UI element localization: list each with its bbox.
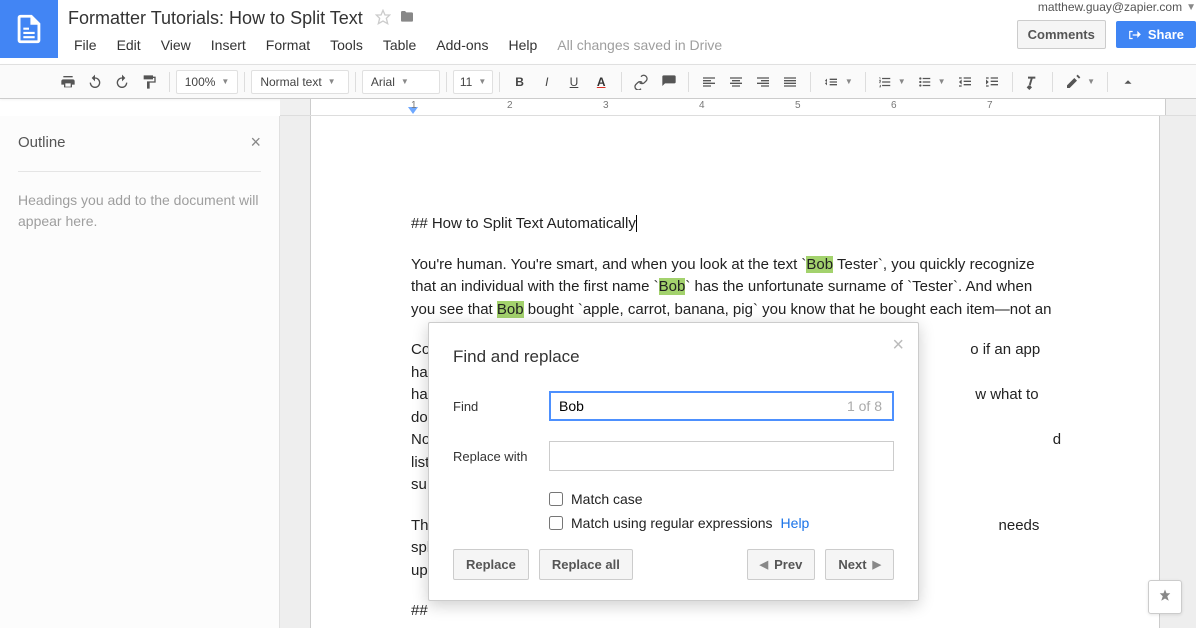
menu-help[interactable]: Help xyxy=(498,33,547,57)
editing-mode-icon[interactable]: ▼ xyxy=(1059,69,1101,95)
star-icon[interactable] xyxy=(375,9,391,28)
line-spacing-icon[interactable]: ▼ xyxy=(817,69,859,95)
menu-file[interactable]: File xyxy=(64,33,107,57)
menu-format[interactable]: Format xyxy=(256,33,320,57)
paragraph: ## xyxy=(411,600,1059,623)
next-button[interactable]: Next▶ xyxy=(825,549,894,580)
link-icon[interactable] xyxy=(628,69,655,95)
paint-format-icon[interactable] xyxy=(136,69,163,95)
match-case-label: Match case xyxy=(571,491,643,507)
replace-all-button[interactable]: Replace all xyxy=(539,549,633,580)
menu-tools[interactable]: Tools xyxy=(320,33,373,57)
replace-button[interactable]: Replace xyxy=(453,549,529,580)
user-email[interactable]: matthew.guay@zapier.com xyxy=(1038,0,1182,14)
outline-panel: Outline × Headings you add to the docume… xyxy=(0,116,280,628)
save-status: All changes saved in Drive xyxy=(557,37,722,53)
collapse-toolbar-icon[interactable] xyxy=(1114,69,1142,95)
text-color-icon[interactable]: A xyxy=(588,69,615,95)
find-label: Find xyxy=(453,399,549,414)
menu-table[interactable]: Table xyxy=(373,33,426,57)
paragraph: You're human. You're smart, and when you… xyxy=(411,254,1059,322)
numbered-list-icon[interactable]: ▼ xyxy=(872,69,912,95)
align-center-icon[interactable] xyxy=(722,69,749,95)
match-count: 1 of 8 xyxy=(847,398,882,414)
find-replace-dialog: × Find and replace Find 1 of 8 Replace w… xyxy=(428,322,919,601)
menu-edit[interactable]: Edit xyxy=(107,33,151,57)
toolbar: 100%▼ Normal text▼ Arial▼ 11▼ B I U A ▼ … xyxy=(0,64,1196,99)
share-button[interactable]: Share xyxy=(1116,21,1196,48)
underline-icon[interactable]: U xyxy=(560,69,587,95)
replace-input[interactable] xyxy=(549,441,894,471)
doc-heading: ## How to Split Text Automatically xyxy=(411,215,636,232)
outline-title: Outline xyxy=(18,134,66,151)
align-left-icon[interactable] xyxy=(695,69,722,95)
outline-placeholder: Headings you add to the document will ap… xyxy=(18,190,261,232)
help-link[interactable]: Help xyxy=(781,515,810,531)
highlighted-match: Bob xyxy=(659,278,686,295)
increase-indent-icon[interactable] xyxy=(979,69,1006,95)
match-regex-checkbox[interactable] xyxy=(549,516,563,530)
comments-button[interactable]: Comments xyxy=(1017,20,1106,49)
find-input[interactable]: 1 of 8 xyxy=(549,391,894,421)
zoom-dropdown[interactable]: 100%▼ xyxy=(176,70,239,94)
prev-button[interactable]: ◀Prev xyxy=(747,549,816,580)
decrease-indent-icon[interactable] xyxy=(952,69,979,95)
folder-icon[interactable] xyxy=(399,9,415,28)
share-label: Share xyxy=(1148,27,1184,42)
redo-icon[interactable] xyxy=(108,69,135,95)
bold-icon[interactable]: B xyxy=(506,69,533,95)
highlighted-match: Bob xyxy=(806,256,833,273)
style-dropdown[interactable]: Normal text▼ xyxy=(251,70,349,94)
match-case-checkbox[interactable] xyxy=(549,492,563,506)
account-dropdown-icon[interactable]: ▼ xyxy=(1186,2,1196,13)
menu-bar: File Edit View Insert Format Tools Table… xyxy=(64,31,1011,58)
close-icon[interactable]: × xyxy=(250,132,261,153)
menu-view[interactable]: View xyxy=(151,33,201,57)
bulleted-list-icon[interactable]: ▼ xyxy=(912,69,952,95)
close-icon[interactable]: × xyxy=(892,335,904,355)
dialog-title: Find and replace xyxy=(453,347,894,367)
font-dropdown[interactable]: Arial▼ xyxy=(362,70,440,94)
undo-icon[interactable] xyxy=(81,69,108,95)
clear-formatting-icon[interactable] xyxy=(1019,69,1046,95)
docs-logo[interactable] xyxy=(0,0,58,58)
menu-addons[interactable]: Add-ons xyxy=(426,33,498,57)
font-size-dropdown[interactable]: 11▼ xyxy=(453,70,493,94)
replace-label: Replace with xyxy=(453,449,549,464)
menu-insert[interactable]: Insert xyxy=(201,33,256,57)
highlighted-match: Bob xyxy=(497,301,524,318)
align-justify-icon[interactable] xyxy=(777,69,804,95)
comment-icon[interactable] xyxy=(655,69,682,95)
align-right-icon[interactable] xyxy=(749,69,776,95)
match-regex-label: Match using regular expressions xyxy=(571,515,773,531)
ruler[interactable]: 1234567 xyxy=(280,99,1196,116)
explore-button[interactable] xyxy=(1148,580,1182,614)
italic-icon[interactable]: I xyxy=(533,69,560,95)
document-title[interactable]: Formatter Tutorials: How to Split Text xyxy=(64,6,367,31)
print-icon[interactable] xyxy=(54,69,81,95)
